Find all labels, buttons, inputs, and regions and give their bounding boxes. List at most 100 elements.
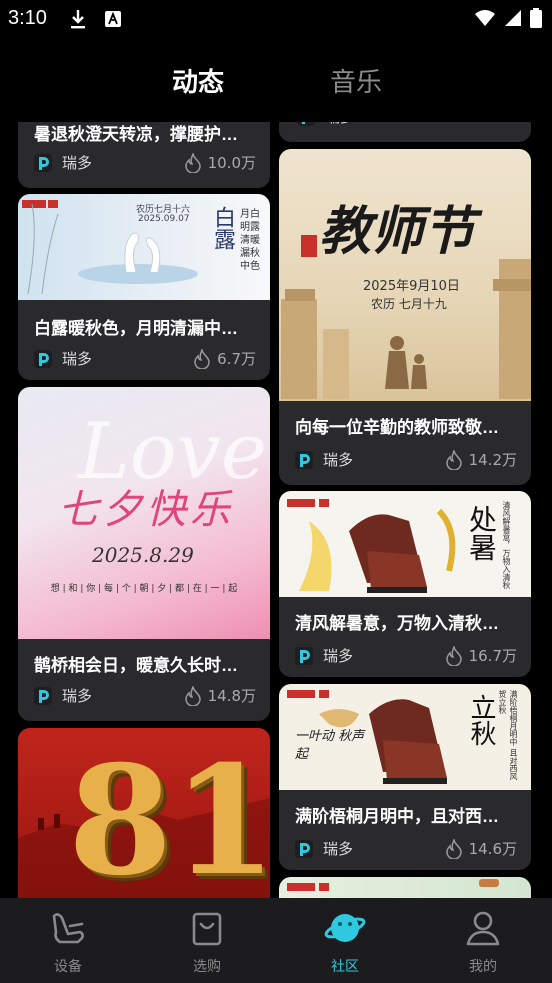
post-title: 暑退秋澄天转凉，撑腰护… [34, 125, 238, 144]
post-title: 向每一位辛勤的教师致敬… [295, 418, 499, 437]
bottom-nav: 设备 选购 社区 我的 [0, 898, 552, 983]
massage-chair-icon [52, 913, 84, 944]
post-title: 白露暖秋色，月明清漏中… [34, 319, 238, 338]
post-card[interactable] [279, 877, 531, 898]
image-headline: 教师节 [319, 201, 476, 262]
shopping-bag-icon [192, 912, 222, 946]
author-name: 瑞多 [62, 350, 93, 368]
post-title: 清风解暑意，万物入清秋… [295, 614, 499, 633]
post-image [279, 877, 531, 898]
post-card[interactable]: 农历七月十六 2025.09.07 白露 月白 明露 清暖 漏秋 中色 白露暖秋… [18, 194, 270, 380]
image-leftline: 一叶动 秋声起 [295, 729, 365, 762]
ruiduo-logo-icon [295, 646, 313, 665]
author-name: 瑞多 [323, 840, 354, 858]
post-card[interactable]: 暑退秋澄天转凉，撑腰护… 瑞多 10.0万 [18, 122, 270, 188]
battery-icon [530, 8, 542, 28]
post-image: 农历七月十六 2025.09.07 白露 月白 明露 清暖 漏秋 中色 [18, 194, 270, 300]
author-name: 瑞多 [62, 687, 93, 705]
flame-icon [445, 645, 462, 666]
likes-count: 14.8万 [207, 687, 256, 705]
likes-count: 14.6万 [468, 840, 517, 858]
image-poem: 满阶梧桐月明中 且对西风贺立秋 [498, 690, 518, 781]
nav-device[interactable]: 设备 [18, 908, 118, 976]
post-likes[interactable]: 6.7万 [193, 348, 256, 369]
image-calligraphy: 白露 [210, 206, 235, 250]
tab-music[interactable]: 音乐 [330, 62, 382, 99]
post-card[interactable]: 处暑 清风解暑意，万物入清秋 清风解暑意，万物入清秋… 瑞多 16.7万 [279, 491, 531, 677]
ruiduo-logo-icon [295, 839, 313, 858]
nav-label: 设备 [54, 959, 82, 975]
post-likes[interactable]: 14.8万 [184, 685, 256, 706]
nav-community[interactable]: 社区 [295, 908, 395, 976]
status-time: 3:10 [8, 7, 47, 29]
post-title: 鹊桥相会日，暖意久长时… [34, 656, 238, 675]
likes-count: 10.0万 [207, 154, 256, 172]
image-date: 2025.8.29 [92, 543, 194, 567]
image-date2: 2025.09.07 [138, 214, 190, 224]
wifi-icon [475, 10, 495, 26]
post-author[interactable]: 瑞多 [295, 838, 353, 859]
post-likes[interactable]: 14.2万 [445, 449, 517, 470]
likes-count: 6.7万 [217, 350, 256, 368]
nav-label: 社区 [331, 959, 359, 975]
author-name: 瑞多 [325, 122, 355, 127]
brand-tag-icon [287, 879, 499, 891]
image-poem: 月白 明露 清暖 漏秋 中色 [240, 209, 260, 272]
ruiduo-logo-icon [34, 349, 52, 368]
ruiduo-logo-icon [295, 450, 313, 469]
tab-feed[interactable]: 动态 [172, 62, 224, 99]
post-image: 81 [18, 728, 270, 898]
post-image: 处暑 清风解暑意，万物入清秋 [279, 491, 531, 597]
post-card[interactable]: 一叶动 秋声起 立秋 满阶梧桐月明中 且对西风贺立秋 满阶梧桐月明中，且对西… … [279, 684, 531, 870]
image-number: 81 [68, 733, 270, 898]
post-card[interactable]: 81 [18, 728, 270, 898]
image-headline: 七夕快乐 [58, 487, 234, 533]
post-image: Love 七夕快乐 2025.8.29 想 | 和 | 你 | 每 | 个 | … [18, 387, 270, 639]
signal-icon [505, 10, 521, 26]
post-card[interactable]: 教师节 2025年9月10日 农历 七月十九 向每一位辛勤的教师致敬… 瑞多 1… [279, 149, 531, 485]
feed-grid[interactable]: 暑退秋澄天转凉，撑腰护… 瑞多 10.0万 农历七月十六 2025.09.07 … [0, 122, 552, 898]
post-author[interactable]: 瑞多 [295, 645, 353, 666]
ruiduo-logo-icon [34, 686, 52, 705]
post-likes[interactable]: 10.0万 [184, 152, 256, 173]
nav-label: 选购 [193, 959, 221, 975]
image-calligraphy: 处暑 [465, 505, 498, 561]
flame-icon [184, 685, 201, 706]
post-author[interactable]: 瑞多 [295, 449, 353, 470]
font-a-icon [105, 11, 121, 27]
likes-count: 16.7万 [468, 647, 517, 665]
status-bar: 3:10 [0, 0, 552, 38]
flame-icon [194, 348, 210, 369]
image-calligraphy: 立秋 [466, 694, 496, 746]
post-card[interactable]: Love 七夕快乐 2025.8.29 想 | 和 | 你 | 每 | 个 | … [18, 387, 270, 721]
nav-shop[interactable]: 选购 [157, 908, 257, 976]
post-image: 一叶动 秋声起 立秋 满阶梧桐月明中 且对西风贺立秋 [279, 684, 531, 790]
image-subtitle: 想 | 和 | 你 | 每 | 个 | 朝 | 夕 | 都 | 在 | 一 | … [50, 584, 238, 594]
flame-icon [184, 152, 201, 173]
flame-icon [445, 449, 462, 470]
image-lunar: 农历 七月十九 [371, 297, 447, 311]
post-author[interactable]: 瑞多 [34, 348, 92, 369]
likes-count: 14.2万 [468, 451, 517, 469]
flame-icon [445, 838, 462, 859]
user-icon [466, 911, 500, 946]
post-image: 教师节 2025年9月10日 农历 七月十九 [279, 149, 531, 401]
post-author[interactable]: 瑞多 [34, 685, 92, 706]
nav-profile[interactable]: 我的 [433, 908, 533, 976]
post-author[interactable]: 瑞多 [297, 122, 355, 127]
ruiduo-logo-icon [34, 153, 52, 172]
author-name: 瑞多 [62, 154, 93, 172]
post-likes[interactable]: 16.7万 [445, 645, 517, 666]
image-poem: 清风解暑意，万物入清秋 [502, 501, 511, 589]
post-author[interactable]: 瑞多 [34, 152, 92, 173]
planet-icon [324, 914, 366, 942]
post-title: 满阶梧桐月明中，且对西… [295, 807, 499, 826]
ruiduo-logo-icon [297, 122, 315, 126]
author-name: 瑞多 [323, 647, 354, 665]
post-likes[interactable]: 14.6万 [445, 838, 517, 859]
download-icon [71, 10, 85, 29]
author-name: 瑞多 [323, 451, 354, 469]
post-card[interactable]: 瑞多 [279, 122, 531, 142]
image-date: 2025年9月10日 [363, 279, 460, 294]
top-tabs: 动态 音乐 [0, 48, 552, 108]
